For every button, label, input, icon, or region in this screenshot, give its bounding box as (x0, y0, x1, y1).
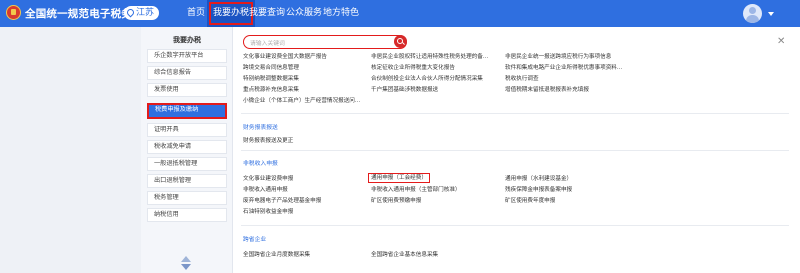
quick-link[interactable]: 增值税期末留抵退税报表补充填报 (505, 86, 589, 94)
section-link[interactable]: 非税收入通用申报 (243, 186, 288, 194)
quick-link[interactable]: 税收执行调查 (505, 75, 539, 83)
section-link[interactable]: 全国跨省企业基本信息采集 (371, 251, 438, 259)
section-link[interactable]: 通用申报（水利建设基金） (505, 175, 572, 183)
section-link[interactable]: 财务报表报送及更正 (243, 137, 293, 145)
user-avatar[interactable] (743, 4, 762, 23)
sidebar-item-info-report[interactable]: 综合信息报告 (147, 66, 227, 80)
section-link[interactable]: 全国跨省企业月度数据采集 (243, 251, 310, 259)
top-navigation-bar: 全国统一规范电子税务局 江苏 首页 我要办税 我要查询 公众服务 地方特色 (0, 0, 800, 27)
nav-home[interactable]: 首页 (187, 0, 205, 27)
nav-tax-handling[interactable]: 我要办税 (207, 0, 256, 27)
sidebar-item-leqi-platform[interactable]: 乐企数字开放平台 (147, 49, 227, 63)
quick-link[interactable]: 非居民企业股权转让适用特殊性税务处理的备... (371, 53, 488, 61)
section-link[interactable]: 矿区使用费年度申报 (505, 197, 555, 205)
sidebar-item-invoice[interactable]: 发票使用 (147, 83, 227, 97)
quick-link[interactable]: 文化事业建设费全国大数据产报告 (243, 53, 327, 61)
quick-link[interactable]: 特别纳税调整数据采集 (243, 75, 299, 83)
section-link[interactable]: 石油特别收益金申报 (243, 208, 293, 216)
scroll-down-icon[interactable] (181, 264, 191, 270)
nav-query[interactable]: 我要查询 (249, 0, 285, 27)
sidebar-title: 我要办税 (173, 36, 201, 44)
sidebar: 我要办税 乐企数字开放平台 综合信息报告 发票使用 税费申报及缴纳 证明开具 税… (141, 27, 233, 273)
tax-bureau-logo-icon (6, 5, 21, 20)
location-pin-icon (125, 7, 136, 18)
search-placeholder: 请输入关键词 (250, 41, 285, 47)
section-title-cross-province: 跨省企业 (243, 237, 267, 243)
sidebar-item-certificate[interactable]: 证明开具 (147, 123, 227, 137)
search-input[interactable]: 请输入关键词 (243, 35, 407, 49)
quick-link[interactable]: 小微企业（个体工商户）生产经营情况报送问... (243, 97, 360, 105)
sidebar-item-export-refund[interactable]: 出口退税管理 (147, 174, 227, 188)
divider (241, 113, 789, 114)
close-icon[interactable]: ✕ (777, 36, 785, 47)
quick-link[interactable]: 核定征收企业所得税重大变化报告 (371, 64, 455, 72)
nav-public-service[interactable]: 公众服务 (286, 0, 322, 27)
main-panel: 请输入关键词 ✕ 文化事业建设费全国大数据产报告 非居民企业股权转让适用特殊性税… (233, 27, 800, 273)
nav-local-features[interactable]: 地方特色 (323, 0, 359, 27)
section-title-financial-report: 财务报表报送 (243, 125, 278, 131)
divider (241, 225, 789, 226)
quick-link[interactable]: 跨境交易合同信息管理 (243, 64, 299, 72)
quick-link[interactable]: 合伙制创投企业法人合伙人所得分配情况采集 (371, 75, 483, 83)
section-link[interactable]: 矿区使用费预缴申报 (371, 197, 421, 205)
sidebar-item-tax-declaration[interactable]: 税费申报及缴纳 (147, 103, 227, 119)
region-selector[interactable]: 江苏 (124, 6, 160, 20)
section-link-union-fee[interactable]: 通用申报（工会经费） (368, 173, 430, 183)
quick-link[interactable]: 重点税源补充信息采集 (243, 86, 299, 94)
sidebar-item-refund-mgmt[interactable]: 一般退抵税管理 (147, 157, 227, 171)
quick-link[interactable]: 软件和集成电路产业企业所得税优惠事项资料... (505, 64, 622, 72)
quick-link[interactable]: 千户集团基础涉税数据报送 (371, 86, 438, 94)
section-link[interactable]: 文化事业建设费申报 (243, 175, 293, 183)
search-icon[interactable] (394, 35, 407, 48)
chevron-down-icon[interactable] (768, 12, 774, 16)
scroll-up-icon[interactable] (181, 256, 191, 262)
section-link[interactable]: 非税收入通用申报（主管部门核准） (371, 186, 461, 194)
sidebar-item-credit[interactable]: 纳税信用 (147, 208, 227, 222)
quick-link[interactable]: 非居民企业统一报送跨境应税行为事项信息 (505, 53, 611, 61)
region-label: 江苏 (136, 8, 155, 18)
section-title-nontax-income: 非税收入申报 (243, 161, 278, 167)
sidebar-item-tax-mgmt[interactable]: 税务管理 (147, 191, 227, 205)
divider (241, 150, 789, 151)
section-link[interactable]: 废弃电器电子产品处理基金申报 (243, 197, 321, 205)
sidebar-item-tax-relief[interactable]: 税收减免申请 (147, 140, 227, 154)
section-link[interactable]: 残疾保障金申报表备案申报 (505, 186, 572, 194)
